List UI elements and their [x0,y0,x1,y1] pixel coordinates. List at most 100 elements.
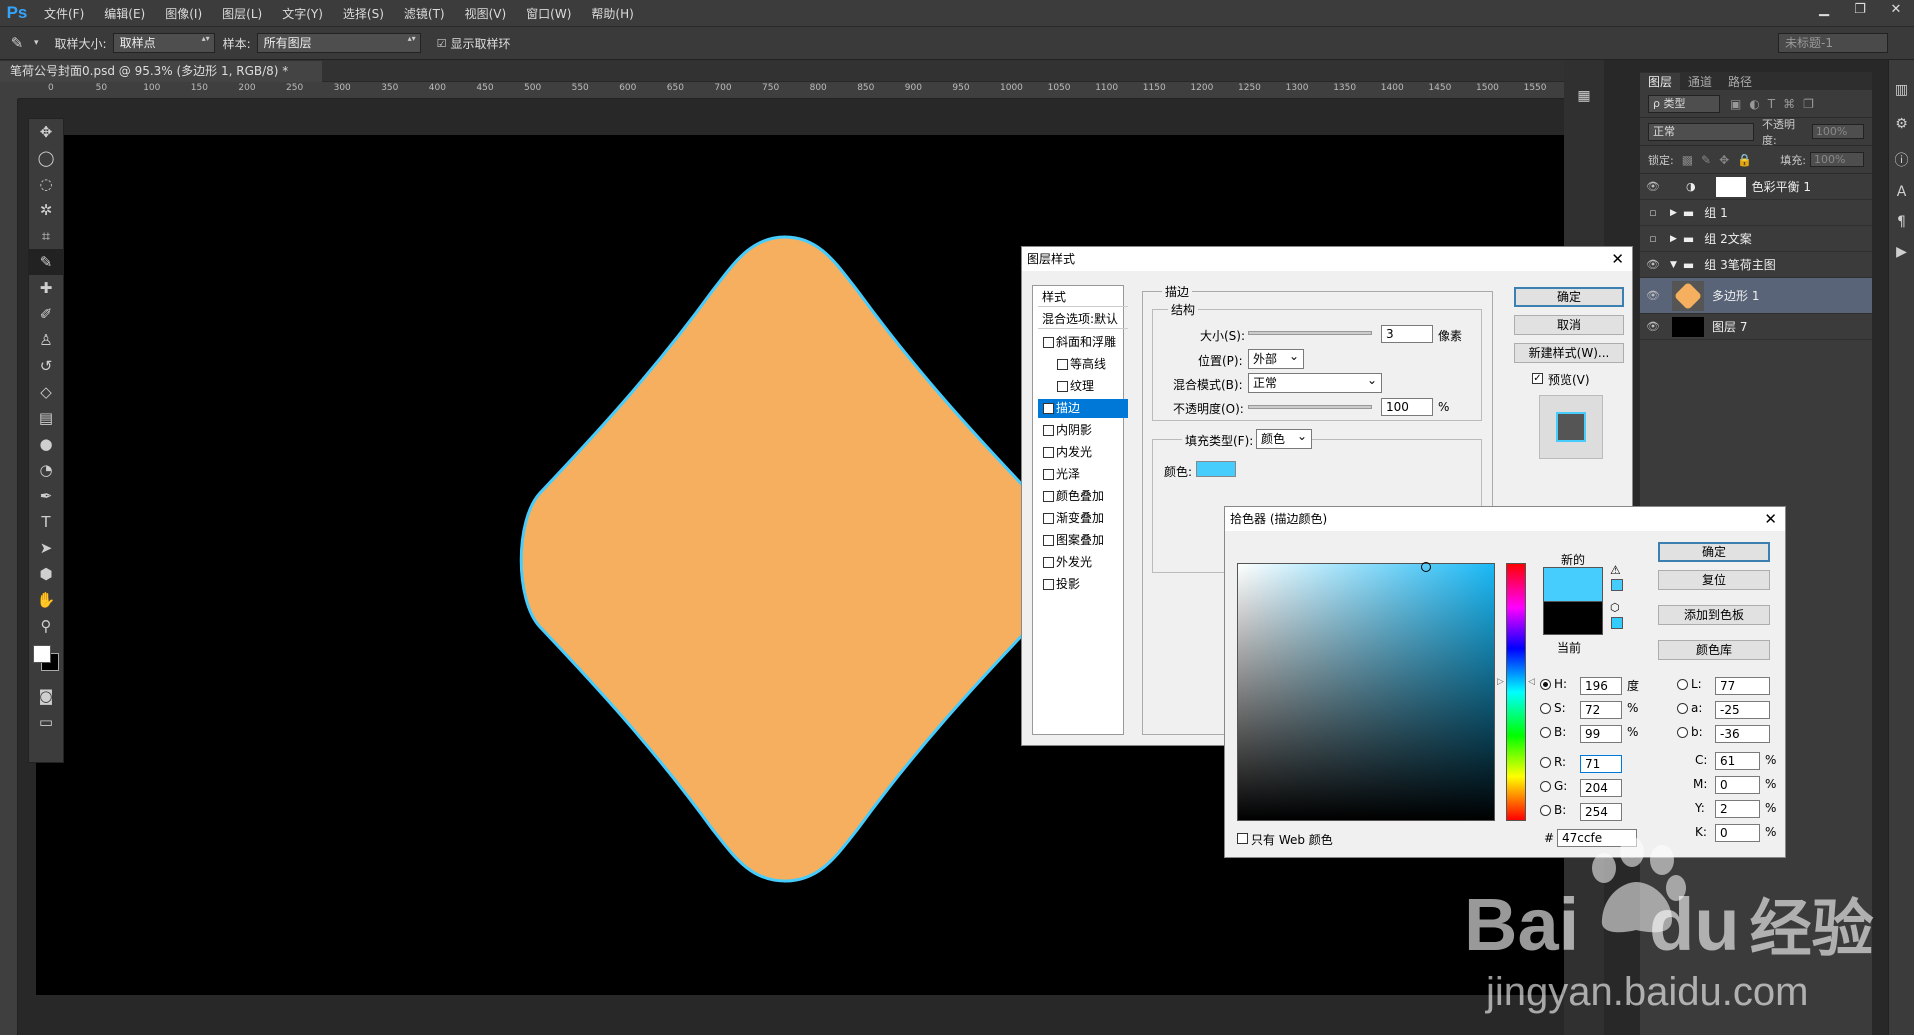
magic-wand-icon[interactable]: ✲ [29,197,63,223]
ruler-top[interactable]: 0 50 100 150 200 250 300 350 400 450 500 550 600 650 7… [18,82,1580,99]
h-input[interactable]: 196 [1580,677,1622,695]
path-select-icon[interactable]: ➤ [29,535,63,561]
b-radio[interactable] [1540,727,1551,738]
eraser-tool-icon[interactable]: ◇ [29,379,63,405]
move-tool-icon[interactable]: ✥ [29,119,63,145]
checkbox[interactable] [1043,425,1054,436]
style-item-color-overlay[interactable]: 颜色叠加 [1038,487,1128,506]
lab-b-input[interactable]: -36 [1715,725,1770,743]
eyedropper-tool-icon[interactable]: ✎ [29,249,63,275]
hand-tool-icon[interactable]: ✋ [29,587,63,613]
play-icon[interactable]: ▶ [1889,244,1914,260]
eye-icon[interactable]: ▫ [1640,206,1666,219]
close-icon[interactable]: ✕ [1611,247,1624,271]
hue-arrow-left-icon[interactable]: ▷ [1497,677,1504,687]
saturation-brightness-field[interactable] [1237,562,1495,821]
layer-row[interactable]: 👁 ▼ ▬ 组 3笔荷主图 [1640,252,1872,278]
type-tool-icon[interactable]: T [29,509,63,535]
minimize-button[interactable]: ▁ [1806,0,1842,20]
r-radio[interactable] [1540,757,1551,768]
blend-mode-select[interactable]: 正常 [1248,371,1382,393]
c-input[interactable]: 61 [1715,752,1760,770]
marquee-tool-icon[interactable]: ◯ [29,145,63,171]
gamut-warning-icon[interactable]: ⚠ [1610,563,1621,577]
style-item-contour[interactable]: 等高线 [1038,355,1128,374]
sample-size-select[interactable]: 取样点 [112,33,215,53]
style-item-stroke[interactable]: ✓ 描边 [1038,399,1128,418]
menu-select[interactable]: 选择(S) [333,5,394,22]
checkbox[interactable] [1043,447,1054,458]
styles-header[interactable]: 样式 [1038,288,1128,307]
rounded-polygon-shape[interactable] [465,235,1045,885]
r-input[interactable]: 71 [1580,755,1622,773]
position-select[interactable]: 外部 [1248,347,1304,369]
dodge-tool-icon[interactable]: ◔ [29,457,63,483]
checkbox[interactable] [1057,381,1068,392]
menu-filter[interactable]: 滤镜(T) [394,5,455,22]
menu-view[interactable]: 视图(V) [455,5,517,22]
tab-layers[interactable]: 图层 [1640,72,1681,90]
eye-icon[interactable]: 👁 [1640,258,1666,271]
style-item-satin[interactable]: 光泽 [1038,465,1128,484]
layer-row[interactable]: ▫ ▶ ▬ 组 2文案 [1640,226,1872,252]
a-input[interactable]: -25 [1715,701,1770,719]
style-item-pattern-overlay[interactable]: 图案叠加 [1038,531,1128,550]
web-safe-swatch[interactable] [1611,617,1623,629]
workspace-select[interactable]: 未标题-1 [1778,33,1888,53]
style-item-drop-shadow[interactable]: 投影 [1038,575,1128,594]
opacity-input[interactable]: 100% [1811,124,1864,139]
history-brush-icon[interactable]: ↺ [29,353,63,379]
checkbox[interactable] [1043,491,1054,502]
menu-layer[interactable]: 图层(L) [212,5,272,22]
ok-button[interactable]: 确定 [1514,287,1624,307]
show-ring-checkbox[interactable]: ☑ [437,37,447,50]
blend-options-item[interactable]: 混合选项:默认 [1038,310,1128,329]
style-item-inner-glow[interactable]: 内发光 [1038,443,1128,462]
current-color-swatch[interactable] [1543,601,1603,635]
ruler-left[interactable] [0,99,18,1035]
s-input[interactable]: 72 [1580,701,1622,719]
a-radio[interactable] [1677,703,1688,714]
lab-b-radio[interactable] [1677,727,1688,738]
s-radio[interactable] [1540,703,1551,714]
stroke-color-swatch[interactable] [1196,461,1236,477]
quick-mask-icon[interactable]: ◙ [29,683,63,709]
web-only-checkbox[interactable] [1237,833,1248,844]
document-tab[interactable]: 笔荷公号封面0.psd @ 95.3% (多边形 1, RGB/8) * [0,61,322,82]
layer-filter-select[interactable]: ρ 类型 [1648,94,1720,113]
b-input[interactable]: 99 [1580,725,1622,743]
l-radio[interactable] [1677,679,1688,690]
crop-tool-icon[interactable]: ⌗ [29,223,63,249]
paragraph-icon[interactable]: ¶ [1889,214,1914,230]
lock-icons[interactable]: ▩✎✥🔒 [1682,153,1760,167]
h-radio[interactable] [1540,679,1551,690]
preview-checkbox[interactable]: ✓ [1532,373,1543,384]
shape-tool-icon[interactable]: ⬢ [29,561,63,587]
style-item-inner-shadow[interactable]: 内阴影 [1038,421,1128,440]
history-panel-icon[interactable]: ▦ [1574,88,1594,104]
checkbox[interactable] [1043,535,1054,546]
checkbox[interactable] [1043,513,1054,524]
info-icon[interactable]: ⓘ [1889,150,1914,170]
collapse-arrow-icon[interactable]: ▼ [1670,260,1677,270]
eye-icon[interactable]: 👁 [1640,180,1666,193]
color-cursor[interactable] [1421,562,1431,572]
eye-icon[interactable]: 👁 [1640,320,1666,333]
screen-mode-icon[interactable]: ▭ [29,709,63,735]
add-to-swatches-button[interactable]: 添加到色板 [1658,605,1770,625]
menu-help[interactable]: 帮助(H) [581,5,643,22]
size-slider[interactable] [1248,331,1372,335]
style-item-texture[interactable]: 纹理 [1038,377,1128,396]
menu-file[interactable]: 文件(F) [34,5,94,22]
layer-row-selected[interactable]: 👁 多边形 1 [1640,278,1872,314]
gradient-tool-icon[interactable]: ▤ [29,405,63,431]
checkbox[interactable] [1043,579,1054,590]
layer-row[interactable]: 👁 ◑ 色彩平衡 1 [1640,174,1872,200]
menu-window[interactable]: 窗口(W) [516,5,581,22]
fill-input[interactable]: 100% [1810,152,1864,167]
menu-image[interactable]: 图像(I) [155,5,212,22]
l-input[interactable]: 77 [1715,677,1770,695]
restore-button[interactable]: ❐ [1842,0,1878,20]
eye-icon[interactable]: 👁 [1640,289,1666,302]
hue-arrow-right-icon[interactable]: ◁ [1528,677,1535,687]
